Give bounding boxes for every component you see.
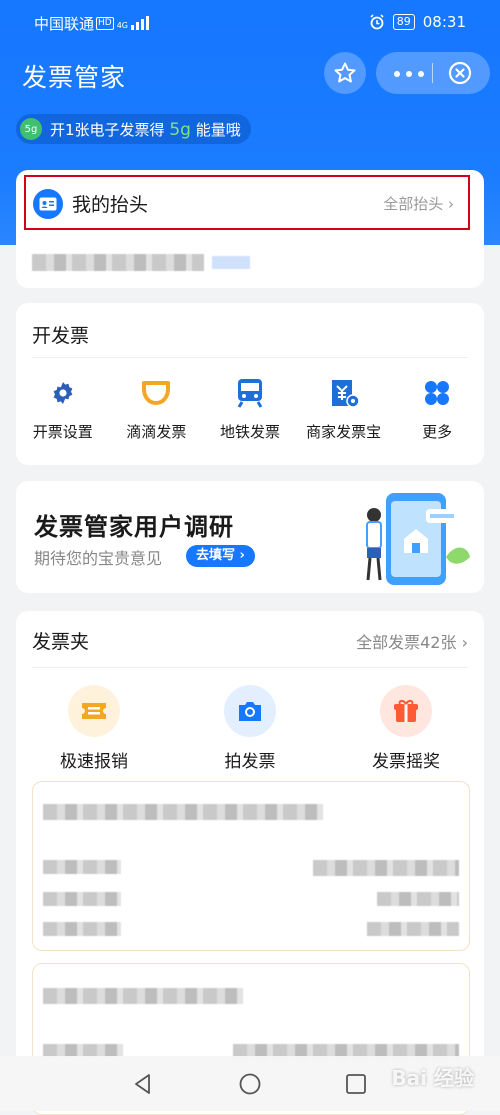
merchant-invoice-icon [326,375,362,411]
star-icon [334,62,356,83]
capsule-divider [432,63,433,83]
energy-badge: 5g [20,118,42,140]
clock: 08:31 [422,13,466,31]
issue-item-label: 滴滴发票 [126,423,187,441]
divider [32,667,468,668]
folder-item-label: 极速报销 [60,752,128,772]
energy-suffix: 能量哦 [195,120,241,139]
blurred-header-tag [212,256,250,269]
all-invoices-link[interactable]: 全部发票42张 › [356,629,468,653]
folder-item-label: 拍发票 [224,752,276,772]
ticket-icon [68,685,120,737]
issue-item-didi[interactable]: 滴滴发票 [110,375,204,442]
signal-icon [131,16,149,30]
status-bar: 中国联通 HD 4G 89 08:31 [0,0,500,44]
energy-amount: 5g [169,119,191,140]
blurred-text [43,860,121,874]
network-indicator: HD 4G [96,14,149,30]
home-icon[interactable] [238,1072,262,1096]
survey-illustration [366,493,470,585]
didi-icon [138,375,174,411]
invoice-folder-card: 发票夹 全部发票42张 › 极速报销 拍发票 发票摇奖 [16,611,484,1115]
blurred-text [377,892,459,906]
mini-program-capsule [376,52,490,94]
chevron-right-icon: › [461,633,468,652]
section-title-issue: 开发票 [32,325,90,347]
blurred-invoice-title [43,988,243,1004]
survey-fill-button[interactable]: 去填写 › [186,545,255,567]
blurred-text [43,922,121,936]
issue-item-settings[interactable]: 开票设置 [16,375,110,442]
my-header-row[interactable]: 我的抬头 全部抬头 › [24,175,470,230]
recent-apps-icon[interactable] [344,1072,368,1096]
hd-badge: HD [96,17,114,30]
issue-invoice-card: 开发票 开票设置 滴滴发票 地铁发票 商家发票宝 更多 [16,303,484,465]
survey-title: 发票管家用户调研 [34,513,234,541]
camera-icon [224,685,276,737]
blurred-text [43,892,121,906]
folder-item-lottery[interactable]: 发票摇奖 [328,685,484,772]
my-header-card: 我的抬头 全部抬头 › [16,170,484,288]
blurred-text [313,860,459,876]
divider [32,357,468,358]
blurred-invoice-title [43,804,323,820]
my-header-label: 我的抬头 [72,194,149,216]
energy-reward-banner[interactable]: 5g 开1张电子发票得 5g 能量哦 [16,114,251,144]
invoice-item[interactable] [32,781,470,951]
issue-item-merchant[interactable]: 商家发票宝 [297,375,391,442]
energy-prefix: 开1张电子发票得 [50,120,165,139]
more-options-button[interactable] [394,71,424,77]
issue-item-more[interactable]: 更多 [390,375,484,442]
favorite-button[interactable] [324,52,366,94]
survey-banner[interactable]: 发票管家用户调研 期待您的宝贵意见 去填写 › [16,481,484,593]
issue-item-label: 商家发票宝 [306,423,382,441]
gear-icon [45,375,81,411]
grid-more-icon [419,375,455,411]
folder-item-photo-invoice[interactable]: 拍发票 [172,685,328,772]
blurred-text [367,922,459,936]
subway-icon [232,375,268,411]
folder-item-quick-reimburse[interactable]: 极速报销 [16,685,172,772]
watermark: Bai 经验 [391,1066,474,1090]
blurred-header-entry [32,254,204,271]
folder-item-label: 发票摇奖 [372,752,440,772]
carrier-name: 中国联通 [34,15,95,33]
issue-item-label: 更多 [422,423,453,441]
section-title-folder: 发票夹 [32,631,90,653]
page-title: 发票管家 [22,63,127,92]
chevron-right-icon: › [239,548,245,563]
close-icon[interactable] [448,61,472,85]
alarm-icon [370,14,384,30]
gift-icon [380,685,432,737]
issue-item-label: 地铁发票 [219,423,280,441]
network-type: 4G [116,21,128,30]
id-card-icon [33,189,63,219]
battery-level: 89 [392,14,415,30]
all-headers-link[interactable]: 全部抬头 › [383,193,454,214]
issue-item-label: 开票设置 [32,423,93,441]
issue-item-subway[interactable]: 地铁发票 [203,375,297,442]
chevron-right-icon: › [448,195,454,213]
survey-subtitle: 期待您的宝贵意见 [34,549,163,568]
back-icon[interactable] [131,1072,155,1096]
